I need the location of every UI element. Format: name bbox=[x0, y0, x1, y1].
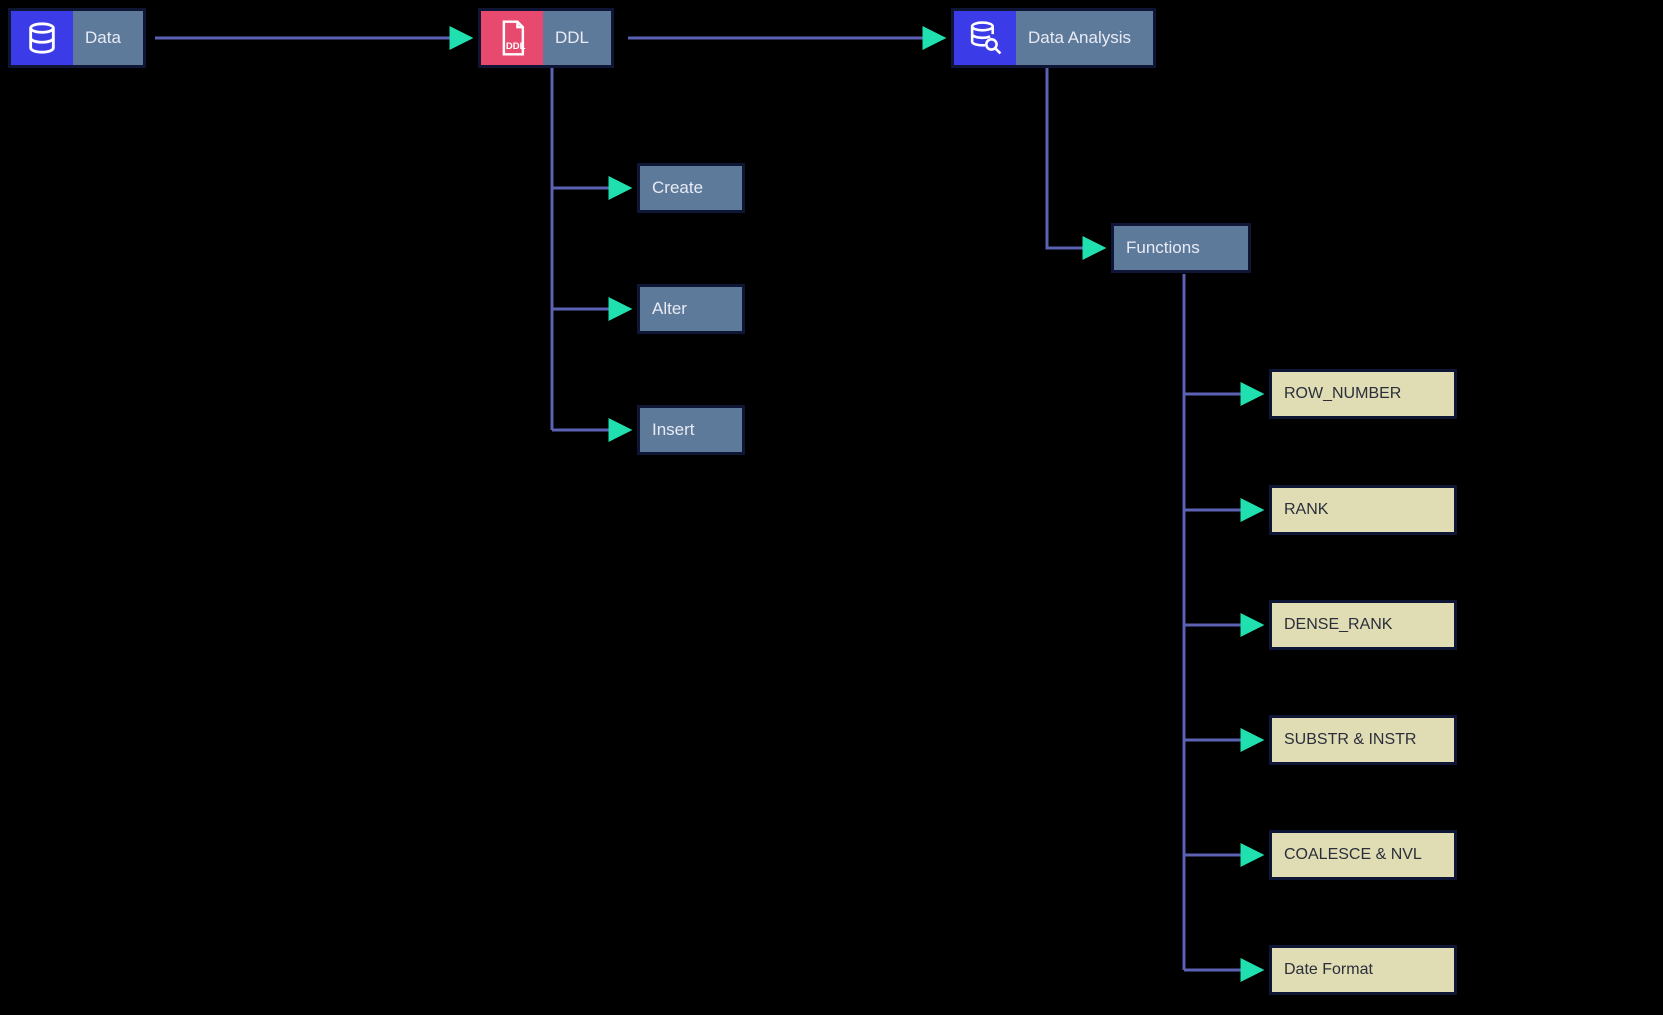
svg-text:DDL: DDL bbox=[506, 41, 526, 52]
node-date-format[interactable]: Date Format bbox=[1269, 945, 1457, 995]
node-alter-label: Alter bbox=[652, 299, 687, 319]
ddl-file-icon: DDL bbox=[481, 11, 543, 65]
node-functions[interactable]: Functions bbox=[1111, 223, 1251, 273]
node-row-number[interactable]: ROW_NUMBER bbox=[1269, 369, 1457, 419]
diagram-canvas: Data DDL DDL Data Analysis Cre bbox=[0, 0, 1663, 1015]
node-dense-rank[interactable]: DENSE_RANK bbox=[1269, 600, 1457, 650]
node-create[interactable]: Create bbox=[637, 163, 745, 213]
node-data-label: Data bbox=[85, 28, 121, 48]
node-substr-instr[interactable]: SUBSTR & INSTR bbox=[1269, 715, 1457, 765]
database-icon bbox=[11, 11, 73, 65]
node-rank[interactable]: RANK bbox=[1269, 485, 1457, 535]
node-insert-label: Insert bbox=[652, 420, 695, 440]
node-data-analysis-label: Data Analysis bbox=[1028, 28, 1131, 48]
node-alter[interactable]: Alter bbox=[637, 284, 745, 334]
node-create-label: Create bbox=[652, 178, 703, 198]
database-search-icon bbox=[954, 11, 1016, 65]
node-data-analysis[interactable]: Data Analysis bbox=[951, 8, 1156, 68]
node-coalesce-nvl[interactable]: COALESCE & NVL bbox=[1269, 830, 1457, 880]
node-ddl-label: DDL bbox=[555, 28, 589, 48]
node-dense-rank-label: DENSE_RANK bbox=[1284, 616, 1392, 634]
node-row-number-label: ROW_NUMBER bbox=[1284, 385, 1401, 403]
node-data[interactable]: Data bbox=[8, 8, 146, 68]
node-functions-label: Functions bbox=[1126, 238, 1200, 258]
node-ddl[interactable]: DDL DDL bbox=[478, 8, 614, 68]
node-rank-label: RANK bbox=[1284, 501, 1328, 519]
node-date-format-label: Date Format bbox=[1284, 961, 1373, 979]
node-coalesce-nvl-label: COALESCE & NVL bbox=[1284, 846, 1422, 864]
node-insert[interactable]: Insert bbox=[637, 405, 745, 455]
node-substr-instr-label: SUBSTR & INSTR bbox=[1284, 731, 1416, 749]
